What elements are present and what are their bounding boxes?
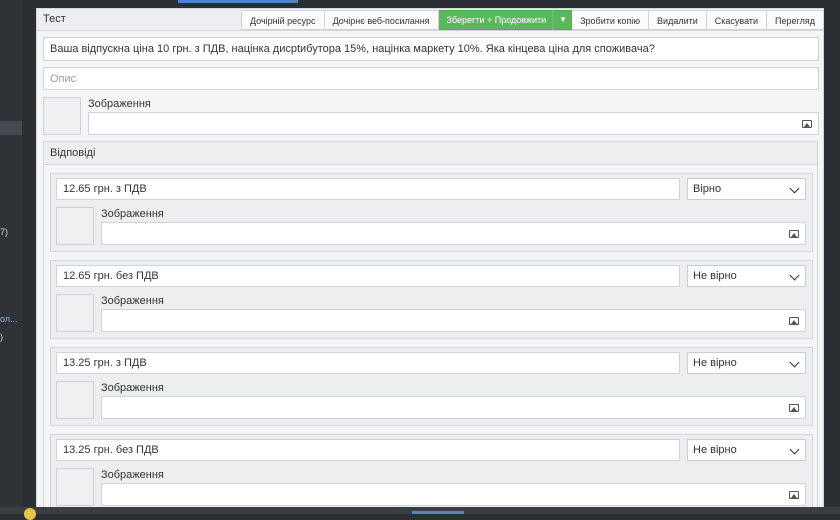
answers-header: Відповіді [44,142,817,165]
toolbar: Дочірній ресурс Дочірнє веб-посилання Зб… [240,10,823,30]
chevron-down-icon[interactable]: ▼ [552,10,567,30]
answers-section: Відповіді 12.65 грн. з ПДВ Вірно Зображе… [43,141,818,507]
answer-image-thumbnail[interactable] [56,468,94,506]
image-icon[interactable] [789,316,799,325]
delete-button[interactable]: Видалити [649,10,707,30]
answer-text-input[interactable]: 12.65 грн. з ПДВ [56,178,680,200]
answer-image-thumbnail[interactable] [56,381,94,419]
view-button[interactable]: Перегляд [767,10,823,30]
answer-status-value: Не вірно [693,357,737,369]
answer-item: 13.25 грн. з ПДВ Не вірно Зображення [50,347,813,426]
chevron-down-icon [789,270,800,281]
answer-status-select[interactable]: Вірно [687,178,806,200]
panel-header: Тест Дочірній ресурс Дочірнє веб-посилан… [37,9,823,31]
duplicate-button[interactable]: Зробити копію [572,10,650,30]
answer-text-input[interactable]: 13.25 грн. без ПДВ [56,439,680,461]
status-dot [24,508,36,520]
answer-image-label: Зображення [101,469,164,481]
panel-title: Тест [43,13,66,25]
top-accent-bar [178,0,298,3]
save-continue-button[interactable]: Зберегти + Продовжити ▼ [438,10,573,30]
answer-image-label: Зображення [101,382,164,394]
description-input[interactable]: Опис [43,67,819,90]
bottom-bar [0,507,840,520]
save-continue-label: Зберегти + Продовжити [446,15,547,25]
answer-status-value: Вірно [693,183,722,195]
answer-status-value: Не вірно [693,444,737,456]
image-icon[interactable] [789,229,799,238]
answer-status-select[interactable]: Не вірно [687,439,806,461]
answer-image-label: Зображення [101,208,164,220]
answer-image-thumbnail[interactable] [56,207,94,245]
image-icon[interactable] [789,490,799,499]
answer-item: 13.25 грн. без ПДВ Не вірно Зображення [50,434,813,507]
chevron-down-icon [789,444,800,455]
answer-item: 12.65 грн. з ПДВ Вірно Зображення [50,173,813,252]
answer-image-input[interactable] [101,396,806,419]
answer-image-input[interactable] [101,222,806,245]
image-label: Зображення [88,98,151,110]
sidebar-item[interactable]: ол... [0,314,18,324]
image-icon[interactable] [789,403,799,412]
answers-title: Відповіді [50,147,96,159]
cancel-button[interactable]: Скасувати [706,10,768,30]
child-weblink-button[interactable]: Дочірнє веб-посилання [324,10,439,30]
chevron-down-icon [789,357,800,368]
image-thumbnail[interactable] [43,97,81,135]
answer-item: 12.65 грн. без ПДВ Не вірно Зображення [50,260,813,339]
child-resource-button[interactable]: Дочірній ресурс [240,10,325,30]
answer-image-input[interactable] [101,309,806,332]
answer-text-input[interactable]: 13.25 грн. з ПДВ [56,352,680,374]
answer-image-input[interactable] [101,483,806,506]
image-input[interactable] [88,112,819,135]
sidebar-item[interactable]: ) [0,332,3,342]
sidebar-active-item[interactable] [0,121,22,135]
answer-image-label: Зображення [101,295,164,307]
answer-image-thumbnail[interactable] [56,294,94,332]
sidebar-item[interactable]: 7) [0,227,8,237]
answer-status-select[interactable]: Не вірно [687,352,806,374]
answer-text-input[interactable]: 12.65 грн. без ПДВ [56,265,680,287]
answer-status-value: Не вірно [693,270,737,282]
resource-panel: Тест Дочірній ресурс Дочірнє веб-посилан… [36,8,824,508]
answer-status-select[interactable]: Не вірно [687,265,806,287]
chevron-down-icon [789,183,800,194]
left-sidebar: 7) ол... ) [0,0,22,514]
question-input[interactable]: Ваша відпускна ціна 10 грн. з ПДВ, націн… [43,37,819,61]
image-icon[interactable] [802,119,812,128]
